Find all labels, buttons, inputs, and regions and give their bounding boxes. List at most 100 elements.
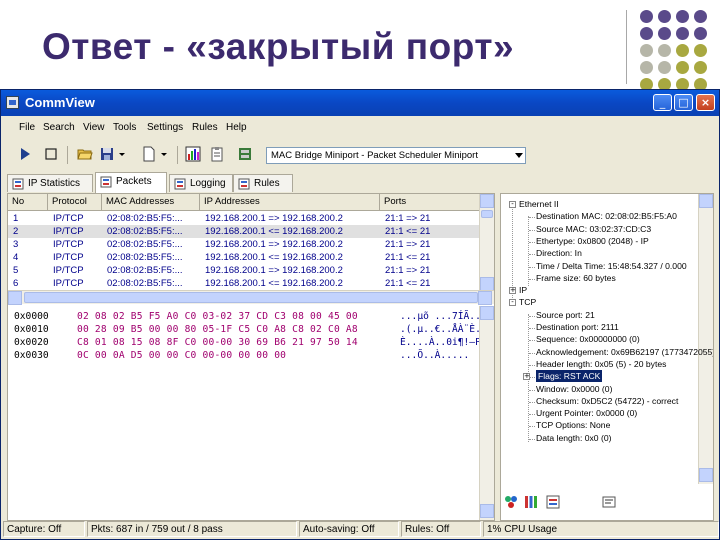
expand-icon[interactable]: +	[509, 287, 516, 295]
tree-field[interactable]: Window: 0x0000 (0)	[536, 383, 612, 395]
menu-item-help[interactable]: Help	[226, 122, 247, 133]
table-cell-ports: 21:1 <= 21	[385, 252, 431, 263]
tree-field[interactable]: Destination port: 2111	[536, 321, 619, 333]
menu-item-rules[interactable]: Rules	[192, 122, 218, 133]
tab-label: Logging	[190, 178, 226, 189]
tree-field[interactable]: Sequence: 0x00000000 (0)	[536, 333, 640, 345]
configuration-icon[interactable]	[237, 146, 253, 162]
table-row[interactable]: 2 IP/TCP 02:08:02:B5:F5:... 192.168.200.1 <…	[8, 225, 480, 238]
scroll-up-button[interactable]	[699, 194, 713, 208]
scroll-left-button[interactable]	[8, 291, 22, 305]
table-row[interactable]: 5 IP/TCP 02:08:02:B5:F5:... 192.168.200.1 =…	[8, 264, 480, 277]
tree-node[interactable]: IP	[519, 284, 527, 296]
statistics-icon[interactable]	[185, 146, 201, 162]
tree-field[interactable]: Frame size: 60 bytes	[536, 272, 616, 284]
column-header-ports[interactable]: Ports	[380, 194, 480, 210]
scroll-thumb[interactable]	[24, 292, 478, 303]
tree-field[interactable]: Acknowledgement: 0x69B62197 (1773472055)	[536, 346, 713, 358]
tree-field[interactable]: Checksum: 0xD5C2 (54722) - correct	[536, 395, 678, 407]
decorative-dot	[640, 27, 653, 40]
hex-dump-pane: 0x0000 02 08 02 B5 F5 A0 C0 03-02 37 CD C…	[8, 306, 492, 506]
open-folder-icon[interactable]	[77, 146, 93, 162]
maximize-button[interactable]: □	[674, 94, 693, 111]
menu-item-tools[interactable]: Tools	[113, 122, 136, 133]
title-bar[interactable]: CommView _ □ ×	[1, 90, 719, 116]
scroll-down-button[interactable]	[480, 504, 494, 518]
decode-icon[interactable]	[601, 494, 617, 510]
column-header-mac-addresses[interactable]: MAC Addresses	[102, 194, 200, 210]
hex-view-icon[interactable]	[545, 494, 561, 510]
tree-field[interactable]: Urgent Pointer: 0x0000 (0)	[536, 407, 637, 419]
stop-icon[interactable]	[43, 146, 59, 162]
hex-dump-vertical-scrollbar[interactable]	[479, 306, 494, 520]
tree-connector	[529, 217, 535, 219]
chevron-down-icon[interactable]	[515, 153, 523, 158]
play-icon[interactable]	[17, 146, 33, 162]
decorative-dot	[658, 27, 671, 40]
tree-field[interactable]: Data length: 0x0 (0)	[536, 432, 611, 444]
status-cell: Capture: Off	[3, 521, 85, 537]
scroll-up-button[interactable]	[480, 306, 494, 320]
column-header-protocol[interactable]: Protocol	[48, 194, 102, 210]
tab-logging[interactable]: Logging	[169, 174, 233, 192]
decorative-dot	[694, 44, 707, 57]
tree-field[interactable]: Source port: 21	[536, 309, 595, 321]
tree-field[interactable]: TCP Options: None	[536, 419, 610, 431]
tree-vertical-scrollbar[interactable]	[698, 194, 713, 484]
tree-connector	[529, 229, 535, 231]
column-header-ip-addresses[interactable]: IP Addresses	[200, 194, 380, 210]
tab-ip-statistics[interactable]: IP Statistics	[7, 174, 93, 192]
column-header-no[interactable]: No	[8, 194, 48, 210]
clipboard-icon[interactable]	[209, 146, 225, 162]
close-button[interactable]: ×	[696, 94, 715, 111]
hex-ascii: ...Õ..À.....	[400, 350, 470, 361]
tree-connector	[529, 254, 535, 256]
scroll-down-button[interactable]	[699, 468, 713, 482]
tree-field[interactable]: Direction: In	[536, 247, 582, 259]
table-row[interactable]: 3 IP/TCP 02:08:02:B5:F5:... 192.168.200.1 =…	[8, 238, 480, 251]
protocol-colors-icon[interactable]	[503, 494, 519, 510]
tree-node[interactable]: TCP	[519, 296, 536, 308]
table-row[interactable]: 4 IP/TCP 02:08:02:B5:F5:... 192.168.200.1 <…	[8, 251, 480, 264]
tree-field[interactable]: Source MAC: 03:02:37:CD:C3	[536, 223, 651, 235]
hex-ascii: È....À..0i¶!—P.	[400, 337, 487, 348]
dropdown-icon[interactable]	[159, 146, 169, 162]
table-row[interactable]: 6 IP/TCP 02:08:02:B5:F5:... 192.168.200.1 <…	[8, 277, 480, 290]
adapter-select[interactable]: MAC Bridge Miniport - Packet Scheduler M…	[266, 147, 526, 164]
tree-field[interactable]: Ethertype: 0x0800 (2048) - IP	[536, 235, 649, 247]
save-icon[interactable]	[99, 146, 115, 162]
scroll-thumb[interactable]	[481, 210, 493, 218]
packet-list-vertical-scrollbar[interactable]	[479, 194, 494, 292]
collapse-icon[interactable]: -	[509, 201, 516, 208]
tree-field[interactable]: Destination MAC: 02:08:02:B5:F5:A0	[536, 210, 677, 222]
toolbar-separator	[177, 146, 178, 164]
decorative-dot	[694, 27, 707, 40]
tree-field[interactable]: Header length: 0x05 (5) - 20 bytes	[536, 358, 666, 370]
menu-item-search[interactable]: Search	[43, 122, 75, 133]
packets-icon	[100, 176, 112, 188]
toolbar: MAC Bridge Miniport - Packet Scheduler M…	[1, 142, 719, 168]
minimize-button[interactable]: _	[653, 94, 672, 111]
tab-rules[interactable]: Rules	[233, 174, 293, 192]
detail-toolbar	[501, 492, 715, 514]
tree-node[interactable]: Ethernet II	[519, 198, 559, 210]
scroll-down-button[interactable]	[480, 277, 494, 291]
table-row[interactable]: 1 IP/TCP 02:08:02:B5:F5:... 192.168.200.1 =…	[8, 212, 480, 225]
columns-icon[interactable]	[523, 494, 539, 510]
menu-item-view[interactable]: View	[83, 122, 105, 133]
collapse-icon[interactable]: -	[509, 299, 516, 307]
scroll-right-button[interactable]	[478, 291, 492, 305]
tree-field[interactable]: Time / Delta Time: 15:48:54.327 / 0.000	[536, 260, 687, 272]
tree-field[interactable]: Flags: RST ACK	[536, 370, 603, 383]
hex-row: 0x0020 C8 01 08 15 08 8F C0 00-00 30 69 B…	[14, 336, 487, 349]
table-cell-mac: 02:08:02:B5:F5:...	[107, 278, 183, 289]
menu-item-settings[interactable]: Settings	[147, 122, 183, 133]
dropdown-icon[interactable]	[117, 146, 127, 162]
menu-item-file[interactable]: File	[19, 122, 35, 133]
tab-packets[interactable]: Packets	[95, 172, 167, 193]
scroll-up-button[interactable]	[480, 194, 494, 208]
table-cell-protocol: IP/TCP	[53, 252, 84, 263]
ip-statistics-icon	[12, 178, 24, 190]
new-document-icon[interactable]	[141, 146, 157, 162]
packet-list-horizontal-scrollbar[interactable]	[8, 290, 494, 305]
